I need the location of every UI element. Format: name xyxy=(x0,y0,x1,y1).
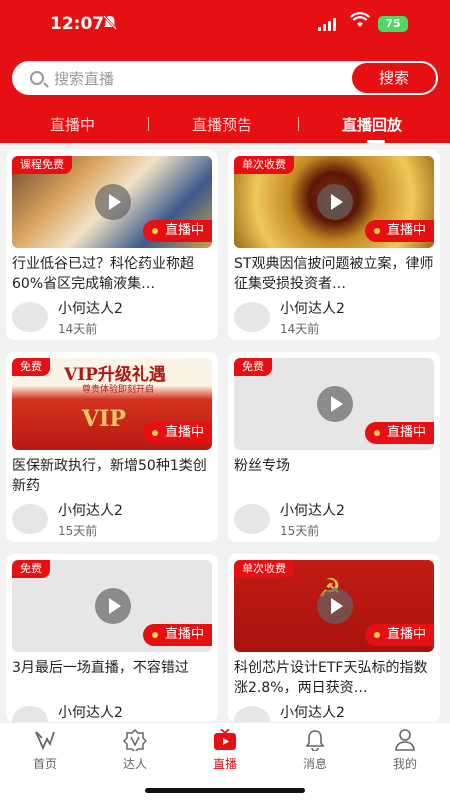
avatar xyxy=(12,504,48,534)
author-name: 小何达人2 xyxy=(58,301,123,317)
mute-bell-icon xyxy=(103,15,117,35)
home-icon xyxy=(33,729,57,751)
home-indicator[interactable] xyxy=(145,788,305,793)
play-icon[interactable] xyxy=(317,588,353,624)
thumbnail-party-banner[interactable]: ☭ 单次收费 直播中 xyxy=(234,560,434,652)
card-title[interactable]: 3月最后一场直播，不容错过 xyxy=(12,658,216,698)
live-status-badge: 直播中 xyxy=(142,422,212,444)
card-title[interactable]: 科创芯片设计ETF天弘标的指数涨2.8%，两日获资… xyxy=(234,658,438,698)
thumbnail-placeholder[interactable]: 免费 直播中 xyxy=(234,358,434,450)
author-name: 小何达人2 xyxy=(58,503,123,519)
price-badge: 免费 xyxy=(12,560,50,578)
live-card[interactable]: VIP升级礼遇 尊贵体验即刻开启 VIP 免费 直播中 医保新政执行，新增50种… xyxy=(6,352,218,542)
card-title[interactable]: ST观典因信披问题被立案，律师征集受损投资者… xyxy=(234,254,438,294)
time-ago: 14天前 xyxy=(280,322,320,336)
avatar xyxy=(234,302,270,332)
search-input[interactable] xyxy=(54,66,344,92)
live-card[interactable]: 单次收费 直播中 ST观典因信披问题被立案，律师征集受损投资者… 小何达人2 1… xyxy=(228,150,440,340)
price-badge: 单次收费 xyxy=(234,560,294,578)
user-icon xyxy=(393,729,417,751)
price-badge: 免费 xyxy=(12,358,50,376)
live-status-badge: 直播中 xyxy=(364,422,434,444)
tv-icon xyxy=(213,728,237,751)
thumbnail-vip-promo[interactable]: VIP升级礼遇 尊贵体验即刻开启 VIP 免费 直播中 xyxy=(12,358,212,450)
status-bar: 12:07 75 xyxy=(0,0,450,50)
play-icon[interactable] xyxy=(95,184,131,220)
search-bar: 搜索 xyxy=(12,61,438,95)
nav-messages[interactable]: 消息 xyxy=(285,729,345,772)
live-card[interactable]: 免费 直播中 粉丝专场 小何达人2 15天前 xyxy=(228,352,440,542)
vip-logo: VIP xyxy=(82,406,126,432)
nav-home[interactable]: 首页 xyxy=(15,729,75,772)
tab-live-preview[interactable]: 直播预告 xyxy=(192,114,252,135)
search-icon xyxy=(30,71,44,85)
tab-live-replay[interactable]: 直播回放 xyxy=(342,114,402,135)
author-name: 小何达人2 xyxy=(280,705,345,721)
active-tab-indicator xyxy=(367,140,385,143)
thumbnail-xo-bottle[interactable]: 单次收费 直播中 xyxy=(234,156,434,248)
nav-label: 首页 xyxy=(32,757,57,771)
vip-subheading: 尊贵体验即刻开启 xyxy=(82,385,155,395)
nav-label: 达人 xyxy=(122,757,147,771)
live-status-badge: 直播中 xyxy=(364,220,434,242)
tab-bar: 直播中 直播预告 直播回放 xyxy=(0,104,450,144)
thumbnail-cat-painting[interactable]: 课程免费 直播中 xyxy=(12,156,212,248)
nav-live[interactable]: 直播 xyxy=(195,728,255,772)
avatar xyxy=(12,706,48,722)
nav-label: 直播 xyxy=(212,757,237,771)
header: 12:07 75 搜索 直播中 直播预告 直播回放 xyxy=(0,0,450,143)
bell-icon xyxy=(303,729,327,752)
tab-divider xyxy=(148,117,149,131)
card-title[interactable]: 行业低谷已过？科伦药业称超60%省区完成输液集… xyxy=(12,254,216,294)
live-status-badge: 直播中 xyxy=(364,624,434,646)
live-card[interactable]: 免费 直播中 3月最后一场直播，不容错过 小何达人2 xyxy=(6,554,218,722)
cellular-signal-icon xyxy=(318,17,336,31)
nav-profile[interactable]: 我的 xyxy=(375,729,435,772)
play-icon[interactable] xyxy=(317,184,353,220)
clock: 12:07 xyxy=(50,14,105,34)
play-icon[interactable] xyxy=(95,588,131,624)
star-badge-icon xyxy=(122,728,148,754)
author-name: 小何达人2 xyxy=(280,503,345,519)
nav-experts[interactable]: 达人 xyxy=(105,728,165,772)
time-ago: 15天前 xyxy=(280,524,320,538)
card-title[interactable]: 粉丝专场 xyxy=(234,456,438,496)
live-card[interactable]: 课程免费 直播中 行业低谷已过？科伦药业称超60%省区完成输液集… 小何达人2 … xyxy=(6,150,218,340)
tab-live-now[interactable]: 直播中 xyxy=(50,114,95,135)
price-badge: 单次收费 xyxy=(234,156,294,174)
time-ago: 15天前 xyxy=(58,524,98,538)
live-status-badge: 直播中 xyxy=(142,624,212,646)
author-name: 小何达人2 xyxy=(280,301,345,317)
wifi-icon xyxy=(350,12,370,32)
live-card[interactable]: ☭ 单次收费 直播中 科创芯片设计ETF天弘标的指数涨2.8%，两日获资… 小何… xyxy=(228,554,440,722)
tab-divider xyxy=(298,117,299,131)
play-icon[interactable] xyxy=(317,386,353,422)
price-badge: 免费 xyxy=(234,358,272,376)
search-button[interactable]: 搜索 xyxy=(352,63,436,93)
avatar xyxy=(234,706,270,722)
time-ago: 14天前 xyxy=(58,322,98,336)
thumbnail-placeholder[interactable]: 免费 直播中 xyxy=(12,560,212,652)
live-status-badge: 直播中 xyxy=(142,220,212,242)
price-badge: 课程免费 xyxy=(12,156,72,174)
nav-label: 我的 xyxy=(392,757,417,771)
avatar xyxy=(234,504,270,534)
battery-indicator: 75 xyxy=(378,16,408,32)
author-name: 小何达人2 xyxy=(58,705,123,721)
card-title[interactable]: 医保新政执行，新增50种1类创新药 xyxy=(12,456,216,496)
avatar xyxy=(12,302,48,332)
nav-label: 消息 xyxy=(302,757,327,771)
